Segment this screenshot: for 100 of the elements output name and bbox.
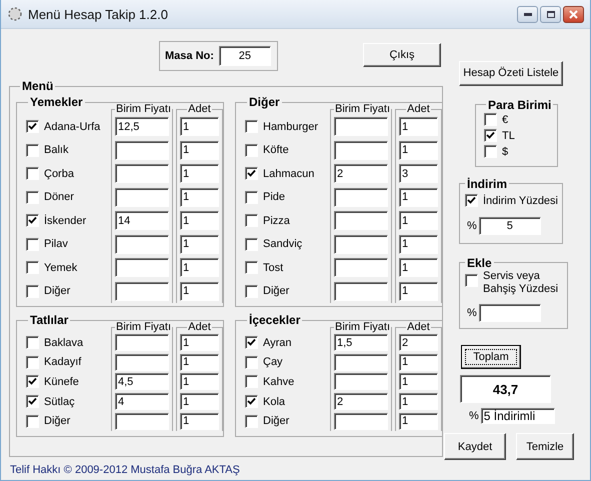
- checkbox[interactable]: [245, 395, 258, 408]
- checkbox[interactable]: [26, 120, 39, 134]
- checkbox[interactable]: [245, 144, 258, 157]
- price-field[interactable]: [115, 140, 169, 160]
- price-field[interactable]: [334, 373, 388, 390]
- quantity-field[interactable]: 1: [399, 140, 438, 160]
- checkbox[interactable]: [245, 375, 258, 388]
- exit-button[interactable]: Çıkış: [363, 43, 441, 67]
- checkbox[interactable]: [26, 284, 39, 298]
- price-field[interactable]: 4: [115, 393, 169, 410]
- price-field[interactable]: [115, 282, 169, 301]
- price-field[interactable]: 2: [334, 393, 388, 410]
- checkbox[interactable]: [26, 214, 39, 228]
- item-label: İskender: [44, 214, 86, 227]
- quantity-field[interactable]: 1: [180, 211, 219, 230]
- quantity-field[interactable]: 1: [180, 234, 219, 254]
- checkbox[interactable]: [484, 145, 497, 158]
- price-field[interactable]: 12,5: [115, 117, 169, 136]
- price-field[interactable]: [115, 334, 169, 352]
- checkbox[interactable]: [26, 261, 39, 274]
- item-label: Diğer: [44, 415, 70, 428]
- checkbox[interactable]: [26, 238, 39, 251]
- price-field[interactable]: [334, 140, 388, 160]
- table-number-field[interactable]: 25: [218, 46, 271, 66]
- extra-field[interactable]: [478, 304, 541, 322]
- quantity-field[interactable]: 3: [399, 164, 438, 184]
- price-field[interactable]: [334, 211, 388, 230]
- price-field[interactable]: [334, 117, 388, 136]
- price-field[interactable]: 2: [334, 164, 388, 184]
- checkbox[interactable]: [484, 113, 497, 126]
- checkbox[interactable]: [484, 129, 497, 142]
- checkbox[interactable]: [245, 414, 258, 428]
- price-field[interactable]: [115, 258, 169, 278]
- save-button[interactable]: Kaydet: [444, 433, 506, 460]
- checkbox[interactable]: [26, 190, 39, 204]
- checkbox[interactable]: [26, 167, 39, 180]
- price-field[interactable]: [334, 188, 388, 207]
- item-label: Köfte: [263, 144, 289, 156]
- checkbox[interactable]: [245, 356, 258, 369]
- price-field[interactable]: [115, 412, 169, 430]
- quantity-field[interactable]: 1: [180, 282, 219, 301]
- checkbox[interactable]: [26, 336, 39, 350]
- checkbox[interactable]: [465, 274, 478, 287]
- quantity-field[interactable]: 1: [399, 117, 438, 136]
- clear-button[interactable]: Temizle: [516, 433, 574, 460]
- close-button[interactable]: [563, 6, 584, 22]
- checkbox[interactable]: [245, 336, 258, 350]
- quantity-field[interactable]: 1: [180, 258, 219, 278]
- quantity-field[interactable]: 1: [399, 412, 438, 430]
- checkbox[interactable]: [26, 144, 39, 157]
- quantity-field[interactable]: 1: [399, 234, 438, 254]
- quantity-field[interactable]: 1: [180, 117, 219, 136]
- checkbox[interactable]: [26, 375, 39, 388]
- price-field[interactable]: [115, 188, 169, 207]
- checkbox[interactable]: [245, 214, 258, 228]
- quantity-field[interactable]: 1: [180, 334, 219, 352]
- quantity-field[interactable]: 1: [399, 282, 438, 301]
- checkbox[interactable]: [26, 356, 39, 369]
- discount-field[interactable]: 5: [478, 216, 541, 235]
- quantity-field[interactable]: 1: [180, 188, 219, 207]
- checkbox[interactable]: [245, 261, 258, 274]
- option-label: İndirim Yüzdesi: [483, 194, 558, 207]
- price-field[interactable]: [334, 258, 388, 278]
- discount-note-field[interactable]: 5 İndirimli: [480, 408, 555, 424]
- price-field[interactable]: [334, 282, 388, 301]
- price-field[interactable]: [115, 234, 169, 254]
- price-field[interactable]: [334, 234, 388, 254]
- quantity-field[interactable]: 1: [399, 258, 438, 278]
- total-button[interactable]: Toplam: [461, 344, 521, 370]
- summary-button[interactable]: Hesap Özeti Listele: [459, 61, 563, 86]
- quantity-field[interactable]: 1: [399, 211, 438, 230]
- price-field[interactable]: [334, 354, 388, 371]
- column-header: Adet: [187, 103, 212, 115]
- price-field[interactable]: [115, 354, 169, 371]
- quantity-field[interactable]: 1: [180, 393, 219, 410]
- price-field[interactable]: [334, 412, 388, 430]
- checkbox[interactable]: [26, 414, 39, 428]
- checkbox[interactable]: [245, 284, 258, 298]
- checkbox[interactable]: [245, 190, 258, 204]
- quantity-field[interactable]: 1: [399, 354, 438, 371]
- checkbox[interactable]: [245, 120, 258, 134]
- price-field[interactable]: [115, 164, 169, 184]
- quantity-field[interactable]: 1: [180, 354, 219, 371]
- minimize-button[interactable]: [517, 6, 538, 22]
- price-field[interactable]: 14: [115, 211, 169, 230]
- quantity-field[interactable]: 1: [180, 412, 219, 430]
- price-field[interactable]: 1,5: [334, 334, 388, 352]
- quantity-field[interactable]: 1: [180, 164, 219, 184]
- quantity-field[interactable]: 1: [180, 373, 219, 390]
- checkbox[interactable]: [465, 194, 478, 208]
- checkbox[interactable]: [245, 238, 258, 251]
- quantity-field[interactable]: 1: [399, 373, 438, 390]
- maximize-button[interactable]: [540, 6, 561, 22]
- quantity-field[interactable]: 1: [399, 393, 438, 410]
- checkbox[interactable]: [245, 167, 258, 180]
- checkbox[interactable]: [26, 395, 39, 408]
- quantity-field[interactable]: 1: [180, 140, 219, 160]
- price-field[interactable]: 4,5: [115, 373, 169, 390]
- quantity-field[interactable]: 2: [399, 334, 438, 352]
- quantity-field[interactable]: 1: [399, 188, 438, 207]
